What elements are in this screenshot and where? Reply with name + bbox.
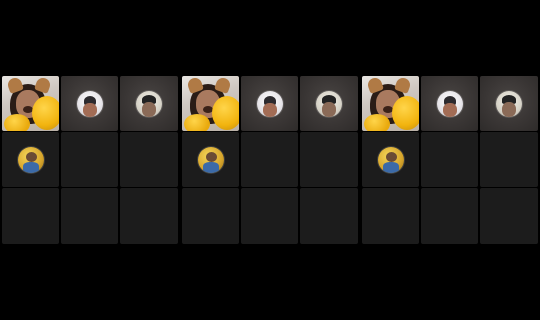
empty-tile xyxy=(300,132,358,187)
participant-avatar-2-icon xyxy=(496,90,522,117)
participant-avatar-tile[interactable] xyxy=(362,132,419,187)
participant-avatar-3-icon xyxy=(377,146,404,173)
video-balloon xyxy=(364,114,390,131)
video-balloon xyxy=(184,114,210,131)
empty-tile xyxy=(61,188,118,244)
empty-tile xyxy=(362,188,419,244)
video-call-stage xyxy=(0,0,540,320)
participant-avatar-3-icon xyxy=(197,146,224,173)
empty-tile xyxy=(182,188,239,244)
empty-tile xyxy=(421,132,478,187)
participant-avatar-tile[interactable] xyxy=(120,76,178,131)
participant-avatar-tile[interactable] xyxy=(2,132,59,187)
participant-avatar-tile[interactable] xyxy=(421,76,478,131)
participant-avatar-2-icon xyxy=(136,90,162,117)
participant-avatar-1-icon xyxy=(76,90,103,117)
participant-video-tile[interactable] xyxy=(182,76,239,131)
video-balloon xyxy=(32,96,59,130)
empty-tile xyxy=(241,188,298,244)
participant-video-tile[interactable] xyxy=(362,76,419,131)
video-balloon xyxy=(4,114,30,131)
participant-avatar-tile[interactable] xyxy=(480,76,538,131)
empty-tile xyxy=(480,132,538,187)
participant-avatar-tile[interactable] xyxy=(61,76,118,131)
participant-avatar-tile[interactable] xyxy=(241,76,298,131)
video-balloon xyxy=(392,96,419,130)
participant-video-tile[interactable] xyxy=(2,76,59,131)
empty-tile xyxy=(2,188,59,244)
participant-avatar-2-icon xyxy=(316,90,342,117)
participant-avatar-1-icon xyxy=(436,90,463,117)
empty-tile xyxy=(480,188,538,244)
participant-grid-1 xyxy=(2,76,178,244)
participant-avatar-tile[interactable] xyxy=(300,76,358,131)
empty-tile xyxy=(241,132,298,187)
participant-grid-2 xyxy=(182,76,358,244)
participant-grid-3 xyxy=(362,76,538,244)
participant-avatar-1-icon xyxy=(256,90,283,117)
participant-avatar-3-icon xyxy=(17,146,44,173)
empty-tile xyxy=(120,188,178,244)
video-balloon xyxy=(212,96,239,130)
empty-tile xyxy=(120,132,178,187)
empty-tile xyxy=(421,188,478,244)
empty-tile xyxy=(300,188,358,244)
participant-avatar-tile[interactable] xyxy=(182,132,239,187)
empty-tile xyxy=(61,132,118,187)
